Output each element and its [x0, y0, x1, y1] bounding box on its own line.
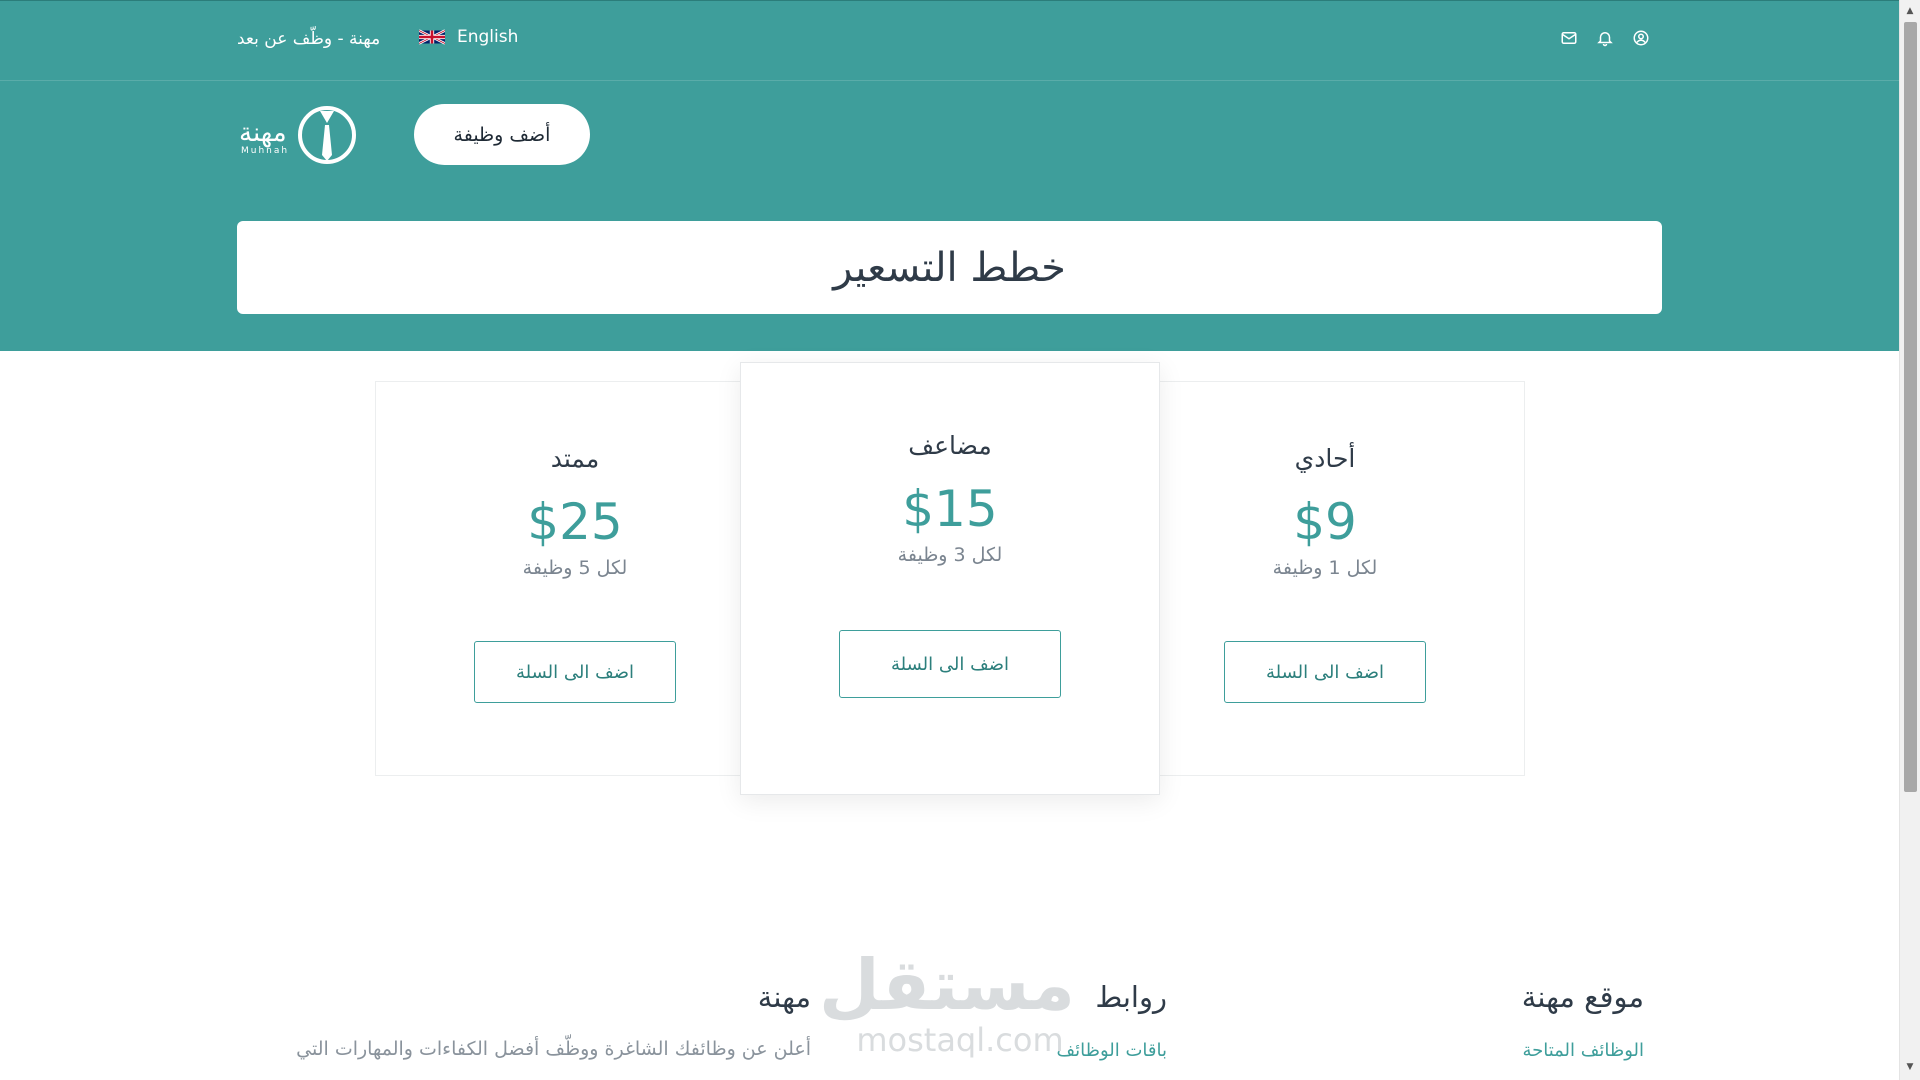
mail-icon[interactable]	[1560, 29, 1578, 47]
bell-icon[interactable]	[1596, 29, 1614, 47]
plan-card-double: مضاعف $15 لكل 3 وظيفة اضف الى السلة	[740, 362, 1160, 795]
footer-link-job-packages[interactable]: باقات الوظائف	[1057, 1040, 1168, 1061]
plan-price: $25	[527, 493, 623, 551]
plan-name: مضاعف	[908, 431, 992, 460]
plan-unit: لكل 3 وظيفة	[897, 544, 1003, 566]
page-scrollbar[interactable]: ▲ ▼	[1899, 0, 1920, 1080]
footer-about-title: مهنة	[757, 980, 811, 1014]
scroll-down-arrow-icon[interactable]: ▼	[1905, 1062, 1915, 1072]
add-job-button[interactable]: أضف وظيفة	[414, 104, 590, 165]
pricing-plans: ممتد $25 لكل 5 وظيفة اضف الى السلة مضاعف…	[375, 362, 1525, 802]
page-title: خطط التسعير	[833, 244, 1066, 291]
language-switcher[interactable]: English	[419, 27, 518, 47]
add-to-cart-button[interactable]: اضف الى السلة	[1224, 641, 1426, 703]
plan-name: ممتد	[550, 444, 600, 473]
muhnah-logo[interactable]: مهنة Muhnah	[237, 103, 357, 167]
page-title-card: خطط التسعير	[237, 221, 1662, 314]
page-header: مهنة Muhnah أضف وظيفة خطط التسعير	[0, 81, 1899, 351]
site-tagline: مهنة - وظّف عن بعد	[237, 29, 381, 49]
plan-name: أحادي	[1294, 444, 1356, 473]
logo-text-ar: مهنة	[239, 118, 287, 148]
footer: موقع مهنة الوظائف المتاحة روابط باقات ال…	[0, 960, 1899, 1080]
footer-site-title: موقع مهنة	[1521, 980, 1644, 1014]
logo-text-en: Muhnah	[241, 146, 289, 156]
footer-links-title: روابط	[1095, 980, 1167, 1014]
footer-about-column: مهنة أعلن عن وظائفك الشاغرة ووظّف أفضل ا…	[296, 980, 811, 1060]
plan-unit: لكل 5 وظيفة	[522, 557, 628, 579]
add-to-cart-button[interactable]: اضف الى السلة	[839, 630, 1061, 698]
footer-about-text: أعلن عن وظائفك الشاغرة ووظّف أفضل الكفاء…	[296, 1038, 811, 1060]
uk-flag-icon	[419, 29, 445, 45]
footer-link-available-jobs[interactable]: الوظائف المتاحة	[1522, 1040, 1644, 1061]
plan-unit: لكل 1 وظيفة	[1272, 557, 1378, 579]
user-circle-icon[interactable]	[1632, 29, 1650, 47]
plan-price: $9	[1293, 493, 1357, 551]
scroll-up-arrow-icon[interactable]: ▲	[1905, 6, 1915, 16]
add-to-cart-button[interactable]: اضف الى السلة	[474, 641, 676, 703]
footer-site-column: موقع مهنة الوظائف المتاحة	[1522, 980, 1644, 1061]
plan-card-single: أحادي $9 لكل 1 وظيفة اضف الى السلة	[1125, 381, 1525, 776]
plan-price: $15	[902, 480, 998, 538]
language-label[interactable]: English	[457, 27, 518, 47]
plan-card-extended: ممتد $25 لكل 5 وظيفة اضف الى السلة	[375, 381, 775, 776]
scrollbar-thumb[interactable]	[1904, 22, 1917, 792]
top-bar: مهنة - وظّف عن بعد English	[0, 0, 1899, 81]
footer-links-column: روابط باقات الوظائف	[1057, 980, 1168, 1061]
